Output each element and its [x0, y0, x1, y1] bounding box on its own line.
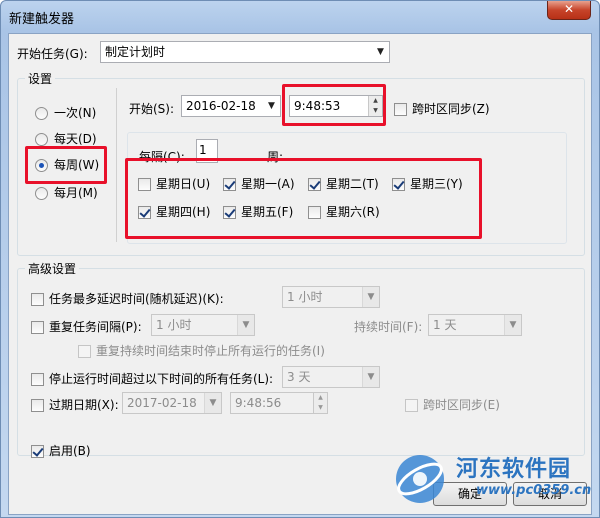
- radio-monthly-label: 每月(M): [54, 186, 98, 200]
- chevron-down-icon: ▼: [268, 101, 275, 111]
- stop-long-checkbox[interactable]: 停止运行时间超过以下时间的所有任务(L):: [31, 370, 273, 387]
- expire-sync-checkbox[interactable]: 跨时区同步(E): [405, 396, 500, 413]
- stop-long-box: [31, 373, 44, 386]
- advanced-group-label: 高级设置: [25, 260, 80, 277]
- radio-once[interactable]: 一次(N): [35, 104, 96, 121]
- stop-long-label: 停止运行时间超过以下时间的所有任务(L):: [49, 372, 274, 386]
- repeat-label: 重复任务间隔(P):: [49, 320, 142, 334]
- delay-checkbox[interactable]: 任务最多延迟时间(随机延迟)(K):: [31, 290, 224, 307]
- repeat-select[interactable]: 1 小时 ▼: [151, 314, 255, 336]
- expire-date-value: 2017-02-18: [127, 396, 197, 410]
- recur-weeks-value: 1: [199, 143, 207, 157]
- expire-time-field[interactable]: 9:48:56 ▲ ▼: [230, 392, 328, 414]
- enabled-box: [31, 445, 44, 458]
- sync-timezone-checkbox[interactable]: 跨时区同步(Z): [394, 100, 490, 117]
- watermark-logo-icon: [396, 455, 444, 503]
- expire-sync-box: [405, 399, 418, 412]
- spin-down-icon[interactable]: ▼: [314, 403, 327, 413]
- stop-long-value: 3 天: [287, 370, 311, 384]
- dialog-window: 新建触发器 ✕ 开始任务(G): 制定计划时 ▼ 设置 一次(N) 每天(D) …: [0, 0, 600, 518]
- repeat-box: [31, 321, 44, 334]
- repeat-value: 1 小时: [156, 318, 192, 332]
- start-date-value: 2016-02-18: [186, 99, 256, 113]
- duration-label: 持续时间(F):: [354, 320, 423, 334]
- duration-value: 1 天: [433, 318, 457, 332]
- sync-timezone-box: [394, 103, 407, 116]
- sync-timezone-label: 跨时区同步(Z): [412, 102, 490, 116]
- delay-label: 任务最多延迟时间(随机延迟)(K):: [49, 292, 224, 306]
- radio-once-label: 一次(N): [54, 106, 97, 120]
- enabled-checkbox[interactable]: 启用(B): [31, 442, 91, 459]
- chevron-down-icon: ▼: [377, 47, 384, 57]
- radio-monthly[interactable]: 每月(M): [35, 184, 98, 201]
- delay-box: [31, 293, 44, 306]
- expire-date-picker[interactable]: 2017-02-18 ▼: [122, 392, 222, 414]
- settings-separator: [116, 88, 117, 242]
- delay-value: 1 小时: [287, 290, 323, 304]
- highlight-start-time: [282, 84, 386, 126]
- radio-once-indicator: [35, 107, 48, 120]
- window-title: 新建触发器: [9, 12, 75, 27]
- title-bar[interactable]: 新建触发器 ✕: [1, 1, 599, 33]
- stop-at-end-checkbox[interactable]: 重复持续时间结束时停止所有运行的任务(I): [78, 342, 325, 359]
- enabled-label: 启用(B): [49, 444, 91, 458]
- radio-daily-label: 每天(D): [54, 132, 97, 146]
- begin-task-select[interactable]: 制定计划时 ▼: [100, 41, 390, 63]
- chevron-down-icon: ▼: [362, 367, 379, 387]
- expire-checkbox[interactable]: 过期日期(X):: [31, 396, 119, 413]
- watermark-name: 河东软件园: [456, 457, 572, 482]
- radio-monthly-indicator: [35, 187, 48, 200]
- expire-time-value: 9:48:56: [235, 396, 282, 410]
- stop-long-select[interactable]: 3 天 ▼: [282, 366, 380, 388]
- expire-label: 过期日期(X):: [49, 398, 119, 412]
- expire-box: [31, 399, 44, 412]
- expire-sync-label: 跨时区同步(E): [423, 398, 500, 412]
- chevron-down-icon: ▼: [204, 393, 221, 413]
- repeat-checkbox[interactable]: 重复任务间隔(P):: [31, 318, 142, 335]
- expire-time-spinner[interactable]: ▲ ▼: [313, 393, 327, 413]
- start-label: 开始(S):: [129, 102, 175, 116]
- close-icon: ✕: [563, 2, 575, 16]
- radio-daily-indicator: [35, 133, 48, 146]
- begin-task-label: 开始任务(G):: [17, 47, 88, 61]
- stop-at-end-box: [78, 345, 91, 358]
- chevron-down-icon: ▼: [362, 287, 379, 307]
- spin-up-icon[interactable]: ▲: [314, 393, 327, 403]
- highlight-weekdays: [125, 158, 482, 239]
- begin-task-value: 制定计划时: [105, 45, 166, 59]
- duration-select[interactable]: 1 天 ▼: [428, 314, 522, 336]
- close-button[interactable]: ✕: [547, 1, 591, 20]
- radio-daily[interactable]: 每天(D): [35, 130, 97, 147]
- stop-at-end-label: 重复持续时间结束时停止所有运行的任务(I): [96, 344, 325, 358]
- highlight-weekly-radio: [25, 146, 107, 184]
- start-date-picker[interactable]: 2016-02-18 ▼: [181, 95, 281, 117]
- chevron-down-icon: ▼: [237, 315, 254, 335]
- chevron-down-icon: ▼: [504, 315, 521, 335]
- settings-group-label: 设置: [25, 70, 56, 87]
- watermark-url: www.pc0359.cn: [476, 483, 592, 498]
- delay-select[interactable]: 1 小时 ▼: [282, 286, 380, 308]
